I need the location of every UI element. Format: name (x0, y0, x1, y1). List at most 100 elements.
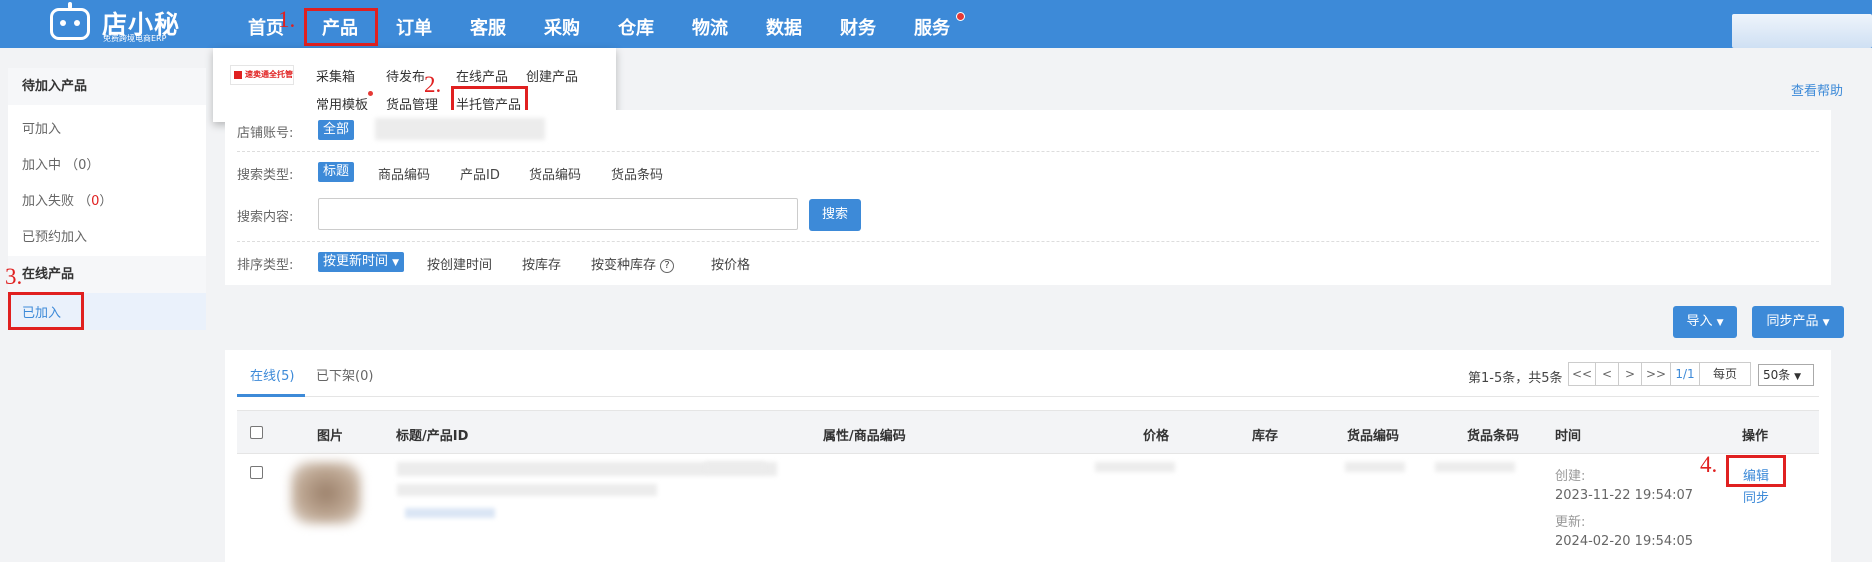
shop-account-label: 店铺账号: (237, 126, 294, 141)
join-failed-paren: ） (99, 194, 113, 209)
filter-panel: 店铺账号: 全部 搜索类型: 标题 商品编码 产品ID 货品编码 货品条码 搜索… (225, 110, 1831, 285)
per-page-label: 每页 (1699, 362, 1751, 386)
nav-logistics[interactable]: 物流 (692, 14, 728, 40)
nav-warehouse[interactable]: 仓库 (618, 14, 654, 40)
page-last-button[interactable]: >> (1641, 362, 1671, 386)
product-table-panel: 在线(5) 已下架(0) 第1-5条，共5条 << < > >> 1/1 每页 … (225, 350, 1831, 562)
page-prev-button[interactable]: < (1595, 362, 1619, 386)
divider (237, 241, 1819, 242)
sidebar-item-join-failed[interactable]: 加入失败 （0） (22, 190, 112, 209)
step-label-3: 3. (5, 264, 23, 289)
col-price: 价格 (1143, 429, 1170, 444)
sort-by-stock[interactable]: 按库存 (522, 254, 561, 273)
goods-code-blurred (1345, 462, 1405, 472)
sidebar: 待加入产品 可加入 加入中 （0） 加入失败 （0） 已预约加入 在线产品 已加… (8, 68, 206, 330)
search-type-title[interactable]: 标题 (318, 162, 355, 182)
pagination-summary: 第1-5条，共5条 (1468, 371, 1563, 386)
shop-account-blurred[interactable] (375, 118, 545, 140)
caret-down-icon: ▼ (392, 258, 400, 268)
page-first-button[interactable]: << (1568, 362, 1596, 386)
app-subtitle: 免费跨境电商ERP (103, 34, 167, 43)
per-page-select[interactable]: 50条 ▼ (1758, 364, 1814, 386)
col-goods-code: 货品编码 (1347, 429, 1400, 444)
shop-all-tag[interactable]: 全部 (318, 120, 355, 140)
search-input[interactable] (318, 198, 798, 230)
tab-online[interactable]: 在线(5) (250, 365, 294, 384)
search-type-product-code[interactable]: 商品编码 (378, 164, 430, 183)
app-logo[interactable]: 店小秘 免费跨境电商ERP (50, 2, 180, 46)
price-blurred (1095, 462, 1175, 472)
aliexpress-managed-badge[interactable]: 速卖通全托管 (230, 65, 294, 85)
import-label: 导入 (1686, 314, 1713, 329)
sort-by-update-time[interactable]: 按更新时间 ▼ (318, 252, 405, 272)
menu-online-products[interactable]: 在线产品 (456, 66, 508, 85)
search-type-goods-code[interactable]: 货品编码 (529, 164, 581, 183)
nav-customer-service[interactable]: 客服 (470, 14, 506, 40)
updated-label: 更新: (1555, 515, 1586, 530)
robot-logo-icon (50, 2, 90, 40)
search-type-label: 搜索类型: (237, 168, 294, 183)
col-image: 图片 (317, 429, 344, 444)
nav-purchasing[interactable]: 采购 (544, 14, 580, 40)
page-next-button[interactable]: > (1618, 362, 1642, 386)
tabs-divider (237, 396, 1819, 397)
sidebar-item-reserved[interactable]: 已预约加入 (22, 226, 87, 245)
product-id-blurred[interactable] (405, 508, 495, 518)
badge-text: 速卖通全托管 (245, 70, 293, 79)
nav-data[interactable]: 数据 (766, 14, 802, 40)
col-stock: 库存 (1252, 429, 1279, 444)
sort-type-label: 排序类型: (237, 258, 294, 273)
product-thumbnail[interactable] (291, 462, 361, 524)
search-content-label: 搜索内容: (237, 210, 294, 225)
sort-by-price[interactable]: 按价格 (711, 254, 750, 273)
search-button[interactable]: 搜索 (809, 199, 861, 231)
highlight-box-joined (8, 292, 84, 330)
search-type-goods-barcode[interactable]: 货品条码 (611, 164, 663, 183)
product-title-blurred-2 (397, 484, 657, 496)
sync-products-button[interactable]: 同步产品 ▼ (1752, 306, 1844, 338)
attributes-blurred (705, 462, 765, 472)
select-all-checkbox[interactable] (250, 426, 263, 439)
menu-pending-publish[interactable]: 待发布 (386, 66, 425, 85)
highlight-box-edit (1726, 455, 1786, 487)
nav-services[interactable]: 服务 (914, 14, 950, 40)
sidebar-item-joining[interactable]: 加入中 （0） (22, 154, 99, 173)
join-failed-label: 加入失败 （ (22, 194, 92, 209)
col-actions: 操作 (1742, 429, 1769, 444)
tab-delisted[interactable]: 已下架(0) (316, 365, 373, 384)
sync-link[interactable]: 同步 (1743, 487, 1769, 506)
sort-by-variant-stock[interactable]: 按变种库存? (591, 254, 675, 273)
page-indicator[interactable]: 1/1 (1670, 362, 1700, 386)
variant-stock-text: 按变种库存 (591, 258, 657, 273)
question-icon[interactable]: ? (660, 259, 675, 273)
chevron-down-icon: ▼ (1822, 318, 1830, 328)
menu-create-product[interactable]: 创建产品 (526, 66, 578, 85)
divider (237, 151, 1819, 152)
sidebar-item-can-join[interactable]: 可加入 (22, 118, 61, 137)
created-time: 2023-11-22 19:54:07 (1555, 488, 1694, 503)
sort-by-create-time[interactable]: 按创建时间 (427, 254, 492, 273)
import-button[interactable]: 导入 ▼ (1673, 306, 1737, 338)
search-type-product-id[interactable]: 产品ID (460, 164, 500, 183)
col-time: 时间 (1555, 429, 1582, 444)
col-title-product-id: 标题/产品ID (396, 429, 469, 444)
badge-icon (234, 71, 242, 79)
created-label: 创建: (1555, 469, 1586, 484)
col-goods-barcode: 货品条码 (1467, 429, 1520, 444)
help-link[interactable]: 查看帮助 (1791, 80, 1843, 99)
sidebar-group-pending: 待加入产品 (8, 68, 206, 105)
nav-orders[interactable]: 订单 (396, 14, 432, 40)
user-account-box[interactable] (1732, 14, 1872, 48)
goods-barcode-blurred (1435, 462, 1515, 472)
notification-dot (956, 12, 965, 21)
tab-active-underline (237, 394, 305, 397)
per-page-value: 50条 (1763, 368, 1791, 382)
sort-active-text: 按更新时间 (323, 254, 389, 269)
row-checkbox[interactable] (250, 466, 263, 479)
chevron-down-icon: ▼ (1716, 318, 1724, 328)
nav-finance[interactable]: 财务 (840, 14, 876, 40)
sync-label: 同步产品 (1766, 314, 1819, 329)
sidebar-group-online: 在线产品 (8, 256, 206, 293)
step-label-4: 4. (1700, 452, 1718, 477)
menu-collection-box[interactable]: 采集箱 (316, 66, 355, 85)
